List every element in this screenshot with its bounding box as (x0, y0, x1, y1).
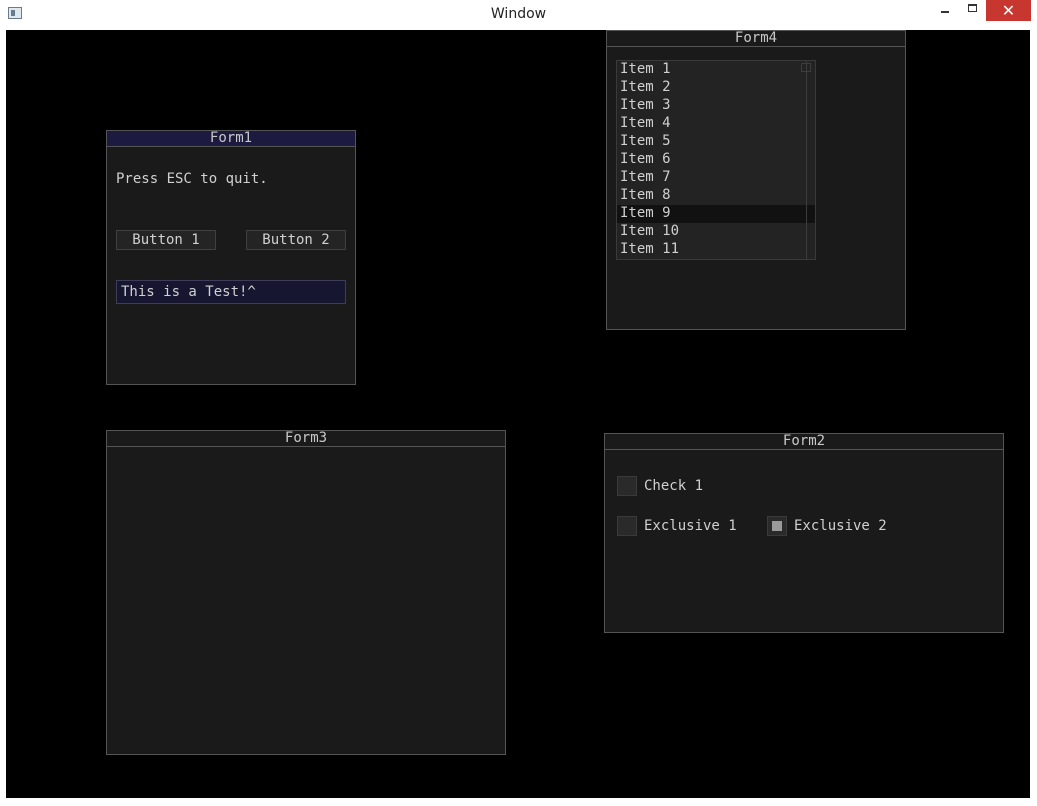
close-icon: ✕ (1001, 1, 1016, 20)
maximize-button[interactable] (959, 0, 986, 21)
list-scroll-thumb[interactable] (801, 63, 811, 72)
window-titlebar[interactable]: Window ✕ (0, 0, 1037, 30)
form1-text-input[interactable]: This is a Test!^ (116, 280, 346, 304)
list-item[interactable]: Item 9 (617, 205, 815, 223)
close-button[interactable]: ✕ (986, 0, 1031, 21)
maximize-icon (968, 4, 977, 12)
form1-panel[interactable]: Form1 Press ESC to quit. Button 1 Button… (106, 130, 356, 385)
exclusive2-mark (772, 521, 782, 531)
list-item[interactable]: Item 10 (617, 223, 807, 241)
list-item[interactable]: Item 11 (617, 241, 807, 259)
form1-title[interactable]: Form1 (107, 131, 355, 147)
check1-checkbox[interactable] (617, 476, 637, 496)
list-scrollbar[interactable] (806, 61, 807, 259)
check1-label[interactable]: Check 1 (644, 478, 703, 494)
list-item[interactable]: Item 1 (617, 61, 807, 79)
list-item[interactable]: Item 2 (617, 79, 807, 97)
form4-title[interactable]: Form4 (607, 31, 905, 47)
list-item[interactable]: Item 5 (617, 133, 807, 151)
button-1[interactable]: Button 1 (116, 230, 216, 250)
window-title: Window (490, 6, 547, 22)
list-item[interactable]: Item 3 (617, 97, 807, 115)
form2-title[interactable]: Form2 (605, 434, 1003, 450)
exclusive2-radio[interactable] (767, 516, 787, 536)
form3-title[interactable]: Form3 (107, 431, 505, 447)
form4-panel[interactable]: Form4 Item 1 Item 2 Item 3 Item 4 Item 5 Item… (606, 30, 906, 330)
list-item[interactable]: Item 4 (617, 115, 807, 133)
client-area: Form1 Press ESC to quit. Button 1 Button… (6, 30, 1030, 798)
list-item[interactable]: Item 6 (617, 151, 807, 169)
form3-panel[interactable]: Form3 (106, 430, 506, 755)
list-item[interactable]: Item 7 (617, 169, 807, 187)
list-item[interactable]: Item 8 (617, 187, 807, 205)
exclusive2-label[interactable]: Exclusive 2 (794, 518, 887, 534)
form2-panel[interactable]: Form2 Check 1 Exclusive 1 Exclusive 2 (604, 433, 1004, 633)
form1-hint-label: Press ESC to quit. (116, 171, 268, 187)
exclusive1-label[interactable]: Exclusive 1 (644, 518, 737, 534)
form4-listbox[interactable]: Item 1 Item 2 Item 3 Item 4 Item 5 Item 6 Item… (616, 60, 816, 260)
exclusive1-radio[interactable] (617, 516, 637, 536)
button-2[interactable]: Button 2 (246, 230, 346, 250)
minimize-button[interactable] (932, 0, 959, 21)
minimize-icon (941, 11, 949, 13)
